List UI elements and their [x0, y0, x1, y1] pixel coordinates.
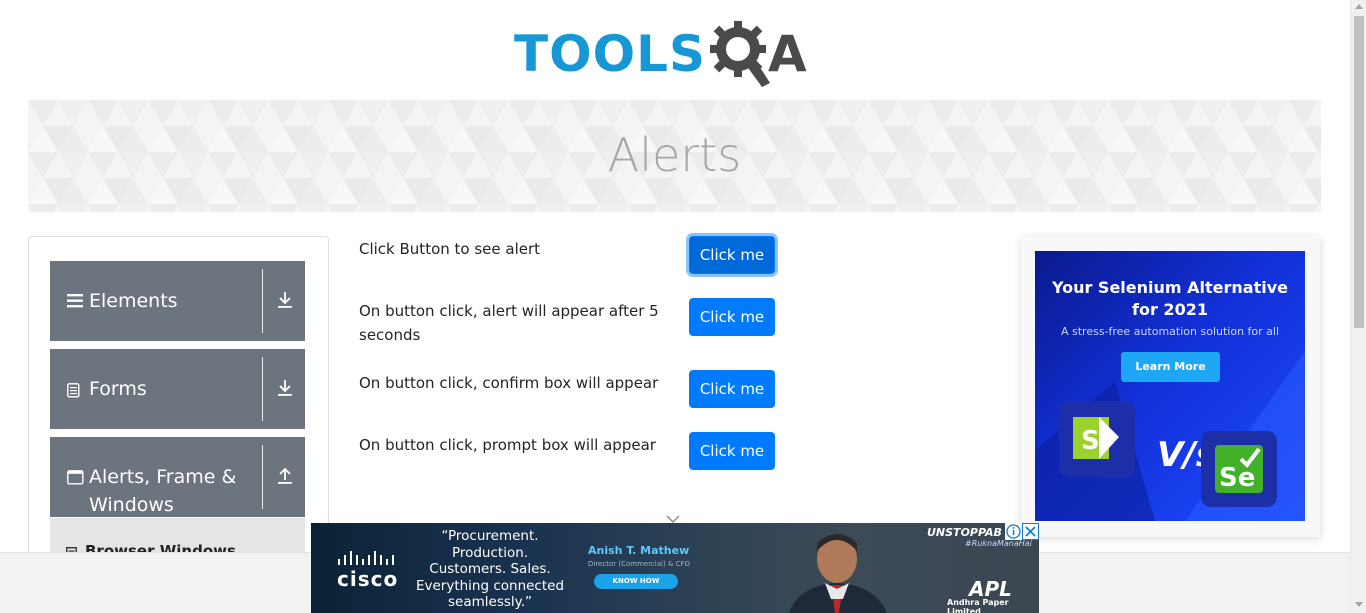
info-icon[interactable] — [1005, 523, 1022, 540]
sidebar-group-elements[interactable]: Elements — [50, 261, 305, 341]
quote-line: Production. — [451, 544, 529, 561]
ad-campaign-text: UNSTOPPAB — [927, 526, 1002, 539]
hamburger-icon — [67, 293, 83, 312]
divider — [262, 445, 263, 509]
page-banner: Alerts — [28, 100, 1321, 212]
divider — [262, 269, 263, 333]
timer-alert-button[interactable]: Click me — [689, 298, 775, 336]
quote-line: seamlessly.” — [448, 594, 532, 610]
ad-person-photo — [779, 529, 899, 613]
download-arrow-icon[interactable] — [277, 379, 293, 401]
ad-creative[interactable]: Your Selenium Alternative for 2021 A str… — [1035, 251, 1305, 521]
toolsqa-logo[interactable]: TOOLS A — [514, 16, 807, 92]
ad-person-title: Director (Commercial) & CFO — [588, 560, 691, 568]
prompt-row-text: On button click, prompt box will appear — [359, 436, 656, 454]
sidebar-group-forms[interactable]: Forms — [50, 349, 305, 429]
selenium-logo: Se — [1201, 431, 1277, 507]
gear-magnifier-icon — [710, 17, 770, 91]
confirm-button[interactable]: Click me — [689, 370, 775, 408]
learn-more-button[interactable]: Learn More — [1121, 352, 1220, 382]
sidebar-group-alerts-frame-windows[interactable]: Alerts, Frame & Windows — [50, 437, 305, 517]
sidebar-group-label-line1: Alerts, Frame & — [89, 466, 237, 488]
timer-alert-row-text-line1: On button click, alert will appear after… — [359, 302, 659, 320]
document-icon — [67, 383, 80, 402]
scrollbar-thumb[interactable] — [1354, 16, 1364, 328]
vertical-scrollbar[interactable] — [1350, 0, 1366, 613]
svg-text:Se: Se — [1219, 463, 1255, 493]
confirm-row-text: On button click, confirm box will appear — [359, 374, 659, 392]
scroll-down-arrow-icon[interactable] — [1355, 602, 1363, 607]
quote-line: Everything connected — [415, 577, 565, 594]
sidebar-group-label: Elements — [89, 290, 178, 312]
logo-a: A — [768, 25, 807, 83]
upload-arrow-icon[interactable] — [277, 467, 293, 489]
katalon-logo: S — [1059, 401, 1135, 477]
ad-quote: “Procurement. Production. Customers. Sal… — [415, 528, 565, 611]
window-icon — [67, 470, 84, 489]
close-icon[interactable] — [1022, 523, 1039, 540]
sidebar-group-label: Forms — [89, 378, 147, 400]
ad-title: Your Selenium Alternative for 2021 — [1035, 277, 1305, 321]
company-name: Andhra Paper Limited — [947, 598, 1009, 613]
page-title: Alerts — [607, 128, 742, 182]
ad-title-line2: for 2021 — [1132, 300, 1208, 319]
alert-button[interactable]: Click me — [689, 236, 775, 274]
svg-text:S: S — [1081, 426, 1100, 456]
right-advertisement[interactable]: Your Selenium Alternative for 2021 A str… — [1021, 236, 1320, 537]
quote-line: “Procurement. — [441, 528, 539, 544]
divider — [262, 357, 263, 421]
page: TOOLS A Alerts Elements Forms Alerts, Fr… — [0, 0, 1366, 613]
quote-line: Customers. Sales. — [429, 561, 551, 577]
know-how-button[interactable]: KNOW HOW — [594, 574, 678, 589]
download-arrow-icon[interactable] — [277, 291, 293, 313]
cisco-wordmark: cisco — [337, 567, 399, 591]
sidebar: Elements Forms Alerts, Frame & Windows B… — [28, 236, 329, 566]
ad-subtitle: A stress-free automation solution for al… — [1060, 325, 1280, 338]
logo-text: TOOLS — [514, 25, 706, 83]
bottom-advertisement[interactable]: cisco “Procurement. Production. Customer… — [311, 523, 1039, 613]
prompt-button[interactable]: Click me — [689, 432, 775, 470]
timer-alert-row-text-line2: seconds — [359, 326, 421, 344]
ad-person-name: Anish T. Mathew — [588, 544, 690, 557]
alert-row-text: Click Button to see alert — [359, 240, 541, 258]
sidebar-group-label-line2: Windows — [89, 494, 174, 516]
scroll-up-arrow-icon[interactable] — [1355, 4, 1363, 9]
ad-title-line1: Your Selenium Alternative — [1051, 278, 1289, 297]
ad-hashtag: #RuknaManaHai — [965, 539, 1032, 548]
